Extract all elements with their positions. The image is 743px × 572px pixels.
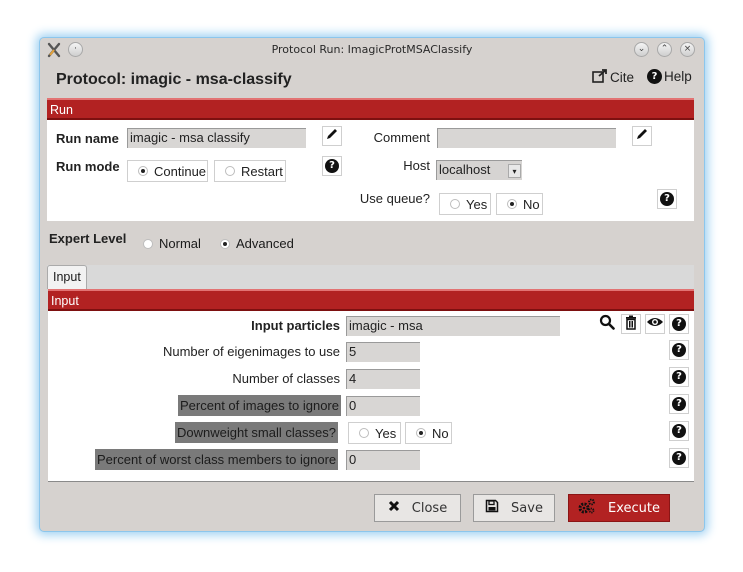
help-icon: ? [672, 397, 686, 411]
pencil-icon [635, 127, 649, 145]
run-name-input[interactable]: imagic - msa classify [127, 128, 306, 148]
queue-yes-label: Yes [466, 196, 488, 212]
help-icon: ? [672, 424, 686, 438]
execute-label: Execute [608, 500, 660, 516]
window-title: Protocol Run: ImagicProtMSAClassify [271, 43, 473, 56]
comment-label: Comment [373, 130, 430, 145]
comment-input[interactable] [437, 128, 616, 148]
pencil-icon [325, 127, 339, 145]
close-window-button[interactable]: × [680, 42, 695, 57]
radio-normal[interactable] [143, 238, 153, 249]
host-label: Host [403, 158, 430, 173]
search-particles-button[interactable] [597, 314, 617, 334]
worst-members-label: Percent of worst class members to ignore [95, 449, 339, 470]
queue-no-label: No [523, 196, 540, 212]
minimize-button[interactable]: ⌄ [634, 42, 649, 57]
cite-link[interactable]: Cite [592, 69, 634, 86]
normal-label: Normal [159, 236, 201, 251]
radio-advanced[interactable] [220, 238, 230, 249]
continue-label: Continue [154, 163, 207, 179]
restart-label: Restart [241, 163, 283, 179]
eigenimages-help-button[interactable]: ? [669, 340, 689, 360]
title-bar[interactable]: · Protocol Run: ImagicProtMSAClassify ⌄ … [40, 38, 704, 62]
run-mode-help-button[interactable]: ? [322, 156, 342, 176]
run-name-label: Run name [56, 131, 119, 146]
downweight-label: Downweight small classes? [175, 422, 338, 443]
radio-downweight-yes[interactable] [359, 428, 369, 438]
maximize-button[interactable]: ⌃ [657, 42, 672, 57]
host-value: localhost [439, 162, 491, 177]
close-label: Close [411, 500, 448, 516]
percent-ignore-help-button[interactable]: ? [669, 394, 689, 414]
use-queue-yes[interactable]: Yes [439, 193, 491, 215]
trash-icon [624, 315, 638, 334]
run-section-header: Run [47, 98, 694, 120]
eigenimages-label: Number of eigenimages to use [162, 344, 340, 359]
search-icon [599, 314, 615, 334]
close-icon [388, 500, 400, 516]
help-icon: ? [647, 69, 662, 84]
close-button[interactable]: Close [374, 494, 461, 522]
worst-members-help-button[interactable]: ? [669, 448, 689, 468]
help-icon: ? [672, 317, 686, 331]
eye-icon [646, 316, 664, 332]
radio-continue[interactable] [138, 166, 148, 176]
num-classes-label: Number of classes [232, 371, 340, 386]
help-link[interactable]: ? Help [647, 69, 692, 84]
view-particles-button[interactable] [645, 314, 665, 334]
radio-queue-yes[interactable] [450, 199, 460, 209]
help-icon: ? [660, 192, 674, 206]
input-section-header: Input [48, 289, 694, 311]
num-classes-input[interactable]: 4 [346, 369, 420, 389]
help-label: Help [664, 69, 692, 84]
help-icon: ? [672, 451, 686, 465]
save-label: Save [511, 500, 543, 516]
percent-ignore-input[interactable]: 0 [346, 396, 420, 416]
downweight-yes-label: Yes [375, 425, 397, 441]
use-queue-label: Use queue? [359, 191, 430, 206]
floppy-disk-icon [485, 499, 499, 517]
host-select[interactable]: localhost ▾ [436, 160, 522, 180]
downweight-no-label: No [432, 425, 449, 441]
downweight-yes[interactable]: Yes [348, 422, 401, 444]
cite-label: Cite [610, 70, 635, 85]
clear-particles-button[interactable] [621, 314, 641, 334]
downweight-help-button[interactable]: ? [669, 421, 689, 441]
worst-members-input[interactable]: 0 [346, 450, 420, 470]
eigenimages-input[interactable]: 5 [346, 342, 420, 362]
radio-restart[interactable] [225, 166, 235, 176]
input-particles-label: Input particles [251, 318, 340, 333]
radio-downweight-no[interactable] [416, 428, 426, 438]
external-link-icon [592, 69, 608, 86]
radio-queue-no[interactable] [507, 199, 517, 209]
edit-run-name-button[interactable] [322, 126, 342, 146]
execute-button[interactable]: Execute [568, 494, 670, 522]
run-mode-restart[interactable]: Restart [214, 160, 286, 182]
expert-level-label: Expert Level [49, 231, 127, 246]
run-mode-label: Run mode [56, 159, 120, 174]
percent-ignore-label: Percent of images to ignore [178, 395, 341, 416]
advanced-label: Advanced [236, 236, 294, 251]
use-queue-help-button[interactable]: ? [657, 189, 677, 209]
expert-advanced-option[interactable]: Advanced [220, 236, 294, 251]
run-mode-continue[interactable]: Continue [127, 160, 208, 182]
input-particles-help-button[interactable]: ? [669, 314, 689, 334]
downweight-no[interactable]: No [405, 422, 452, 444]
dropdown-arrow-icon[interactable]: ▾ [508, 164, 521, 178]
input-particles-input[interactable]: imagic - msa [346, 316, 560, 336]
tab-bar [47, 265, 694, 289]
expert-normal-option[interactable]: Normal [143, 236, 201, 251]
protocol-run-window: · Protocol Run: ImagicProtMSAClassify ⌄ … [40, 38, 704, 531]
num-classes-help-button[interactable]: ? [669, 367, 689, 387]
tab-input[interactable]: Input [47, 265, 87, 289]
gears-icon [578, 498, 596, 518]
help-icon: ? [325, 159, 339, 173]
page-title: Protocol: imagic - msa-classify [56, 71, 292, 88]
help-icon: ? [672, 370, 686, 384]
use-queue-no[interactable]: No [496, 193, 543, 215]
help-icon: ? [672, 343, 686, 357]
edit-comment-button[interactable] [632, 126, 652, 146]
save-button[interactable]: Save [473, 494, 555, 522]
